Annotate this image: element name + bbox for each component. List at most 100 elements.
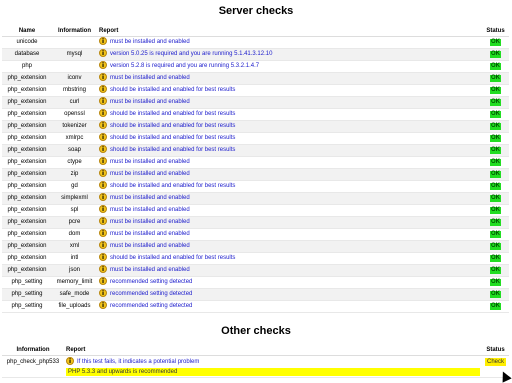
status-badge: OK <box>490 195 501 202</box>
table-row: php i version 5.2.8 is required and you ar… <box>2 60 509 73</box>
check-report: i must be installed and enabled <box>97 264 482 277</box>
status-badge: OK <box>490 99 501 106</box>
check-information: mysql <box>52 48 97 61</box>
server-checks-table: Name Information Report Status unicode i m… <box>2 27 509 313</box>
header-report: Report <box>64 346 482 356</box>
check-report: i should be installed and enabled for bes… <box>97 108 482 121</box>
check-information: simplexml <box>52 192 97 205</box>
check-information: iconv <box>52 72 97 85</box>
status-badge: OK <box>490 291 501 298</box>
header-status: Status <box>482 346 509 356</box>
table-row: unicode i must be installed and enabled OK <box>2 36 509 49</box>
check-status: OK <box>482 228 509 241</box>
report-text: should be installed and enabled for best… <box>110 147 236 153</box>
check-report: i should be installed and enabled for bes… <box>97 132 482 145</box>
warning-icon: i <box>99 121 107 130</box>
check-report: i recommended setting detected <box>97 276 482 289</box>
check-information: dom <box>52 228 97 241</box>
table-row: php_extension curl i must be installed and … <box>2 96 509 109</box>
table-row: php_extension dom i must be installed and e… <box>2 228 509 241</box>
check-status: OK <box>482 192 509 205</box>
warning-icon: i <box>99 193 107 202</box>
warning-icon: i <box>99 97 107 106</box>
check-name: php_setting <box>2 276 52 289</box>
report-text: version 5.0.25 is required and you are r… <box>110 51 273 57</box>
table-row: php_extension iconv i must be installed and… <box>2 72 509 85</box>
check-status: OK <box>482 84 509 97</box>
check-name: php_setting <box>2 300 52 313</box>
check-name: php_extension <box>2 168 52 181</box>
check-name: php_extension <box>2 252 52 265</box>
server-checks-title: Server checks <box>218 5 294 17</box>
header-name: Name <box>2 27 52 37</box>
header-information: Information <box>2 346 64 356</box>
table-row: php_extension pcre i must be installed and … <box>2 216 509 229</box>
report-text: must be installed and enabled <box>110 159 190 165</box>
report-text: should be installed and enabled for best… <box>110 87 236 93</box>
check-information: xml <box>52 240 97 253</box>
table-row: php_extension ctype i must be installed and… <box>2 156 509 169</box>
status-badge: OK <box>490 75 501 82</box>
check-name: php_extension <box>2 108 52 121</box>
report-text: should be installed and enabled for best… <box>110 135 236 141</box>
other-checks-table: Information Report Status php_check_php5… <box>2 346 509 378</box>
warning-icon: i <box>99 253 107 262</box>
report-text: must be installed and enabled <box>110 195 190 201</box>
check-status: OK <box>482 72 509 85</box>
check-information: file_uploads <box>52 300 97 313</box>
warning-icon: i <box>66 357 74 366</box>
warning-icon: i <box>99 229 107 238</box>
status-badge: OK <box>490 207 501 214</box>
header-report: Report <box>97 27 482 37</box>
warning-icon: i <box>99 37 107 46</box>
check-report: i version 5.0.25 is required and you are … <box>97 48 482 61</box>
check-report: i must be installed and enabled <box>97 156 482 169</box>
check-name: database <box>2 48 52 61</box>
report-line: i If this test fails, it indicates a pote… <box>66 357 480 368</box>
check-name: php_extension <box>2 228 52 241</box>
check-report: i If this test fails, it indicates a pote… <box>64 355 482 378</box>
check-report: i must be installed and enabled <box>97 72 482 85</box>
check-status: OK <box>482 216 509 229</box>
check-information: memory_limit <box>52 276 97 289</box>
report-text: must be installed and enabled <box>110 231 190 237</box>
check-report: i recommended setting detected <box>97 300 482 313</box>
status-badge: OK <box>490 279 501 286</box>
header-status: Status <box>482 27 509 37</box>
table-row: php_extension zip i must be installed and e… <box>2 168 509 181</box>
check-status: OK <box>482 204 509 217</box>
check-status: OK <box>482 168 509 181</box>
status-badge: OK <box>490 267 501 274</box>
report-text: recommended setting detected <box>110 291 193 297</box>
server-header-row: Name Information Report Status <box>2 27 509 37</box>
status-badge: OK <box>490 123 501 130</box>
check-information: soap <box>52 144 97 157</box>
table-row: php_extension openssl i should be installed… <box>2 108 509 121</box>
table-row: php_setting memory_limit i recommended sett… <box>2 276 509 289</box>
check-status: OK <box>482 96 509 109</box>
report-text: recommended setting detected <box>110 303 193 309</box>
report-text: must be installed and enabled <box>110 171 190 177</box>
check-information: safe_mode <box>52 288 97 301</box>
warning-icon: i <box>99 289 107 298</box>
check-information <box>52 60 97 73</box>
check-status: OK <box>482 252 509 265</box>
warning-icon: i <box>99 109 107 118</box>
warning-icon: i <box>99 217 107 226</box>
report-text: must be installed and enabled <box>110 99 190 105</box>
header-information: Information <box>52 27 97 37</box>
check-name: unicode <box>2 36 52 49</box>
check-status: OK <box>482 132 509 145</box>
check-information: pcre <box>52 216 97 229</box>
table-row: database mysql i version 5.0.25 is required… <box>2 48 509 61</box>
check-status: OK <box>482 120 509 133</box>
report-text: must be installed and enabled <box>110 207 190 213</box>
status-badge: OK <box>490 303 501 310</box>
table-row: php_extension gd i should be installed and … <box>2 180 509 193</box>
table-row: php_extension tokenizer i should be install… <box>2 120 509 133</box>
status-badge: Check <box>484 358 506 366</box>
check-information: gd <box>52 180 97 193</box>
check-status: OK <box>482 288 509 301</box>
check-information: xmlrpc <box>52 132 97 145</box>
check-information: ctype <box>52 156 97 169</box>
